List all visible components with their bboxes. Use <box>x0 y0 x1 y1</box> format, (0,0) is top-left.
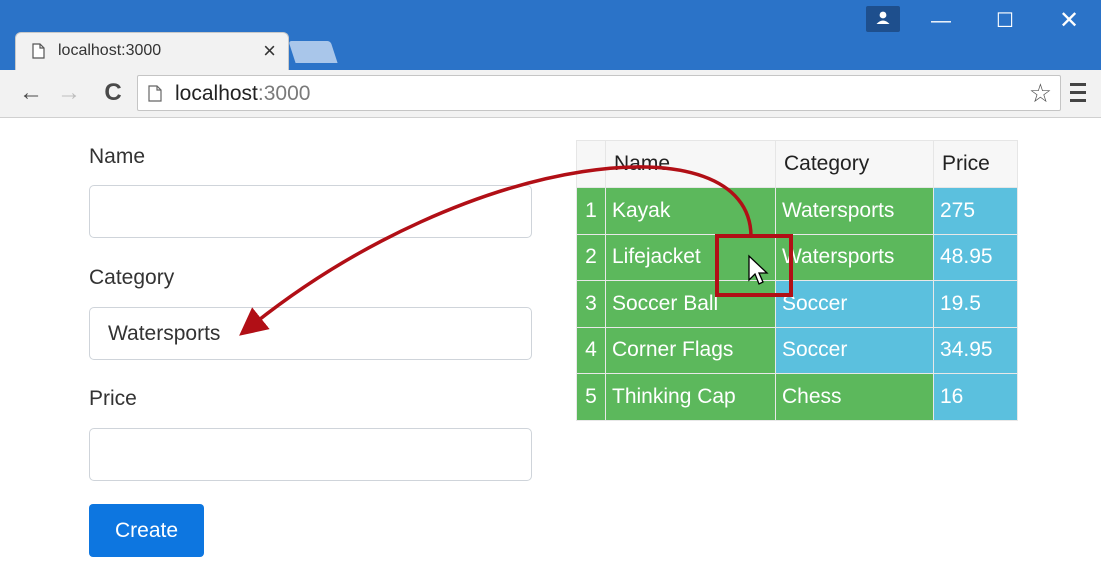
reload-button[interactable]: C <box>96 76 130 110</box>
name-label: Name <box>89 145 146 168</box>
row-index-cell: 4 <box>576 326 606 374</box>
table-header-row: Name Category Price <box>576 140 1018 188</box>
price-cell[interactable]: 19.5 <box>933 280 1018 328</box>
table-row[interactable]: 4 Corner Flags Soccer 34.95 <box>576 326 1018 374</box>
profile-button[interactable] <box>866 6 900 32</box>
column-header-index <box>576 140 606 188</box>
create-button[interactable]: Create <box>89 504 204 557</box>
page-content: Name Category Price Create Name Category… <box>0 118 1101 580</box>
name-cell[interactable]: Corner Flags <box>605 326 776 374</box>
page-icon <box>32 43 45 59</box>
tab-close-icon[interactable]: × <box>263 38 276 64</box>
menu-bar-icon <box>1070 91 1086 94</box>
maximize-button[interactable]: ☐ <box>976 0 1034 42</box>
url-host: localhost <box>175 82 258 105</box>
column-header-category: Category <box>775 140 934 188</box>
browser-toolbar: ← → C localhost:3000 ☆ <box>0 70 1101 118</box>
browser-menu-button[interactable] <box>1064 78 1092 108</box>
bookmark-star-icon[interactable]: ☆ <box>1029 79 1052 107</box>
price-cell[interactable]: 275 <box>933 187 1018 235</box>
row-index-cell: 5 <box>576 373 606 421</box>
category-cell[interactable]: Soccer <box>775 280 934 328</box>
category-cell[interactable]: Watersports <box>775 187 934 235</box>
price-cell[interactable]: 48.95 <box>933 233 1018 281</box>
category-label: Category <box>89 266 175 289</box>
table-row[interactable]: 3 Soccer Ball Soccer 19.5 <box>576 280 1018 328</box>
row-index-cell: 1 <box>576 187 606 235</box>
forward-button[interactable]: → <box>52 76 86 110</box>
name-cell[interactable]: Soccer Ball <box>605 280 776 328</box>
row-index-cell: 3 <box>576 280 606 328</box>
table-row[interactable]: 2 Lifejacket Watersports 48.95 <box>576 233 1018 281</box>
url-text: localhost:3000 <box>175 82 310 106</box>
name-input[interactable] <box>89 185 532 238</box>
price-label: Price <box>89 387 137 410</box>
menu-bar-icon <box>1070 83 1086 86</box>
name-cell[interactable]: Thinking Cap <box>605 373 776 421</box>
new-tab-button[interactable] <box>288 41 338 63</box>
tab-title: localhost:3000 <box>58 42 162 59</box>
browser-tab[interactable]: localhost:3000 × <box>15 32 289 70</box>
back-button[interactable]: ← <box>14 76 48 110</box>
window-close-button[interactable]: ✕ <box>1040 0 1098 42</box>
name-cell[interactable]: Lifejacket <box>605 233 776 281</box>
name-cell[interactable]: Kayak <box>605 187 776 235</box>
category-cell[interactable]: Watersports <box>775 233 934 281</box>
address-bar[interactable]: localhost:3000 ☆ <box>137 75 1061 111</box>
price-cell[interactable]: 34.95 <box>933 326 1018 374</box>
category-cell[interactable]: Soccer <box>775 326 934 374</box>
page-icon <box>148 85 162 102</box>
minimize-button[interactable]: — <box>912 0 970 42</box>
category-cell[interactable]: Chess <box>775 373 934 421</box>
browser-titlebar: localhost:3000 × — ☐ ✕ <box>0 0 1101 70</box>
user-icon <box>876 11 890 24</box>
products-table: Name Category Price 1 Kayak Watersports … <box>576 140 1018 421</box>
price-input[interactable] <box>89 428 532 481</box>
column-header-name: Name <box>605 140 776 188</box>
column-header-price: Price <box>933 140 1018 188</box>
menu-bar-icon <box>1070 99 1086 102</box>
price-cell[interactable]: 16 <box>933 373 1018 421</box>
table-row[interactable]: 1 Kayak Watersports 275 <box>576 187 1018 235</box>
url-port: :3000 <box>257 82 311 105</box>
category-input[interactable] <box>89 307 532 360</box>
table-row[interactable]: 5 Thinking Cap Chess 16 <box>576 373 1018 421</box>
row-index-cell: 2 <box>576 233 606 281</box>
